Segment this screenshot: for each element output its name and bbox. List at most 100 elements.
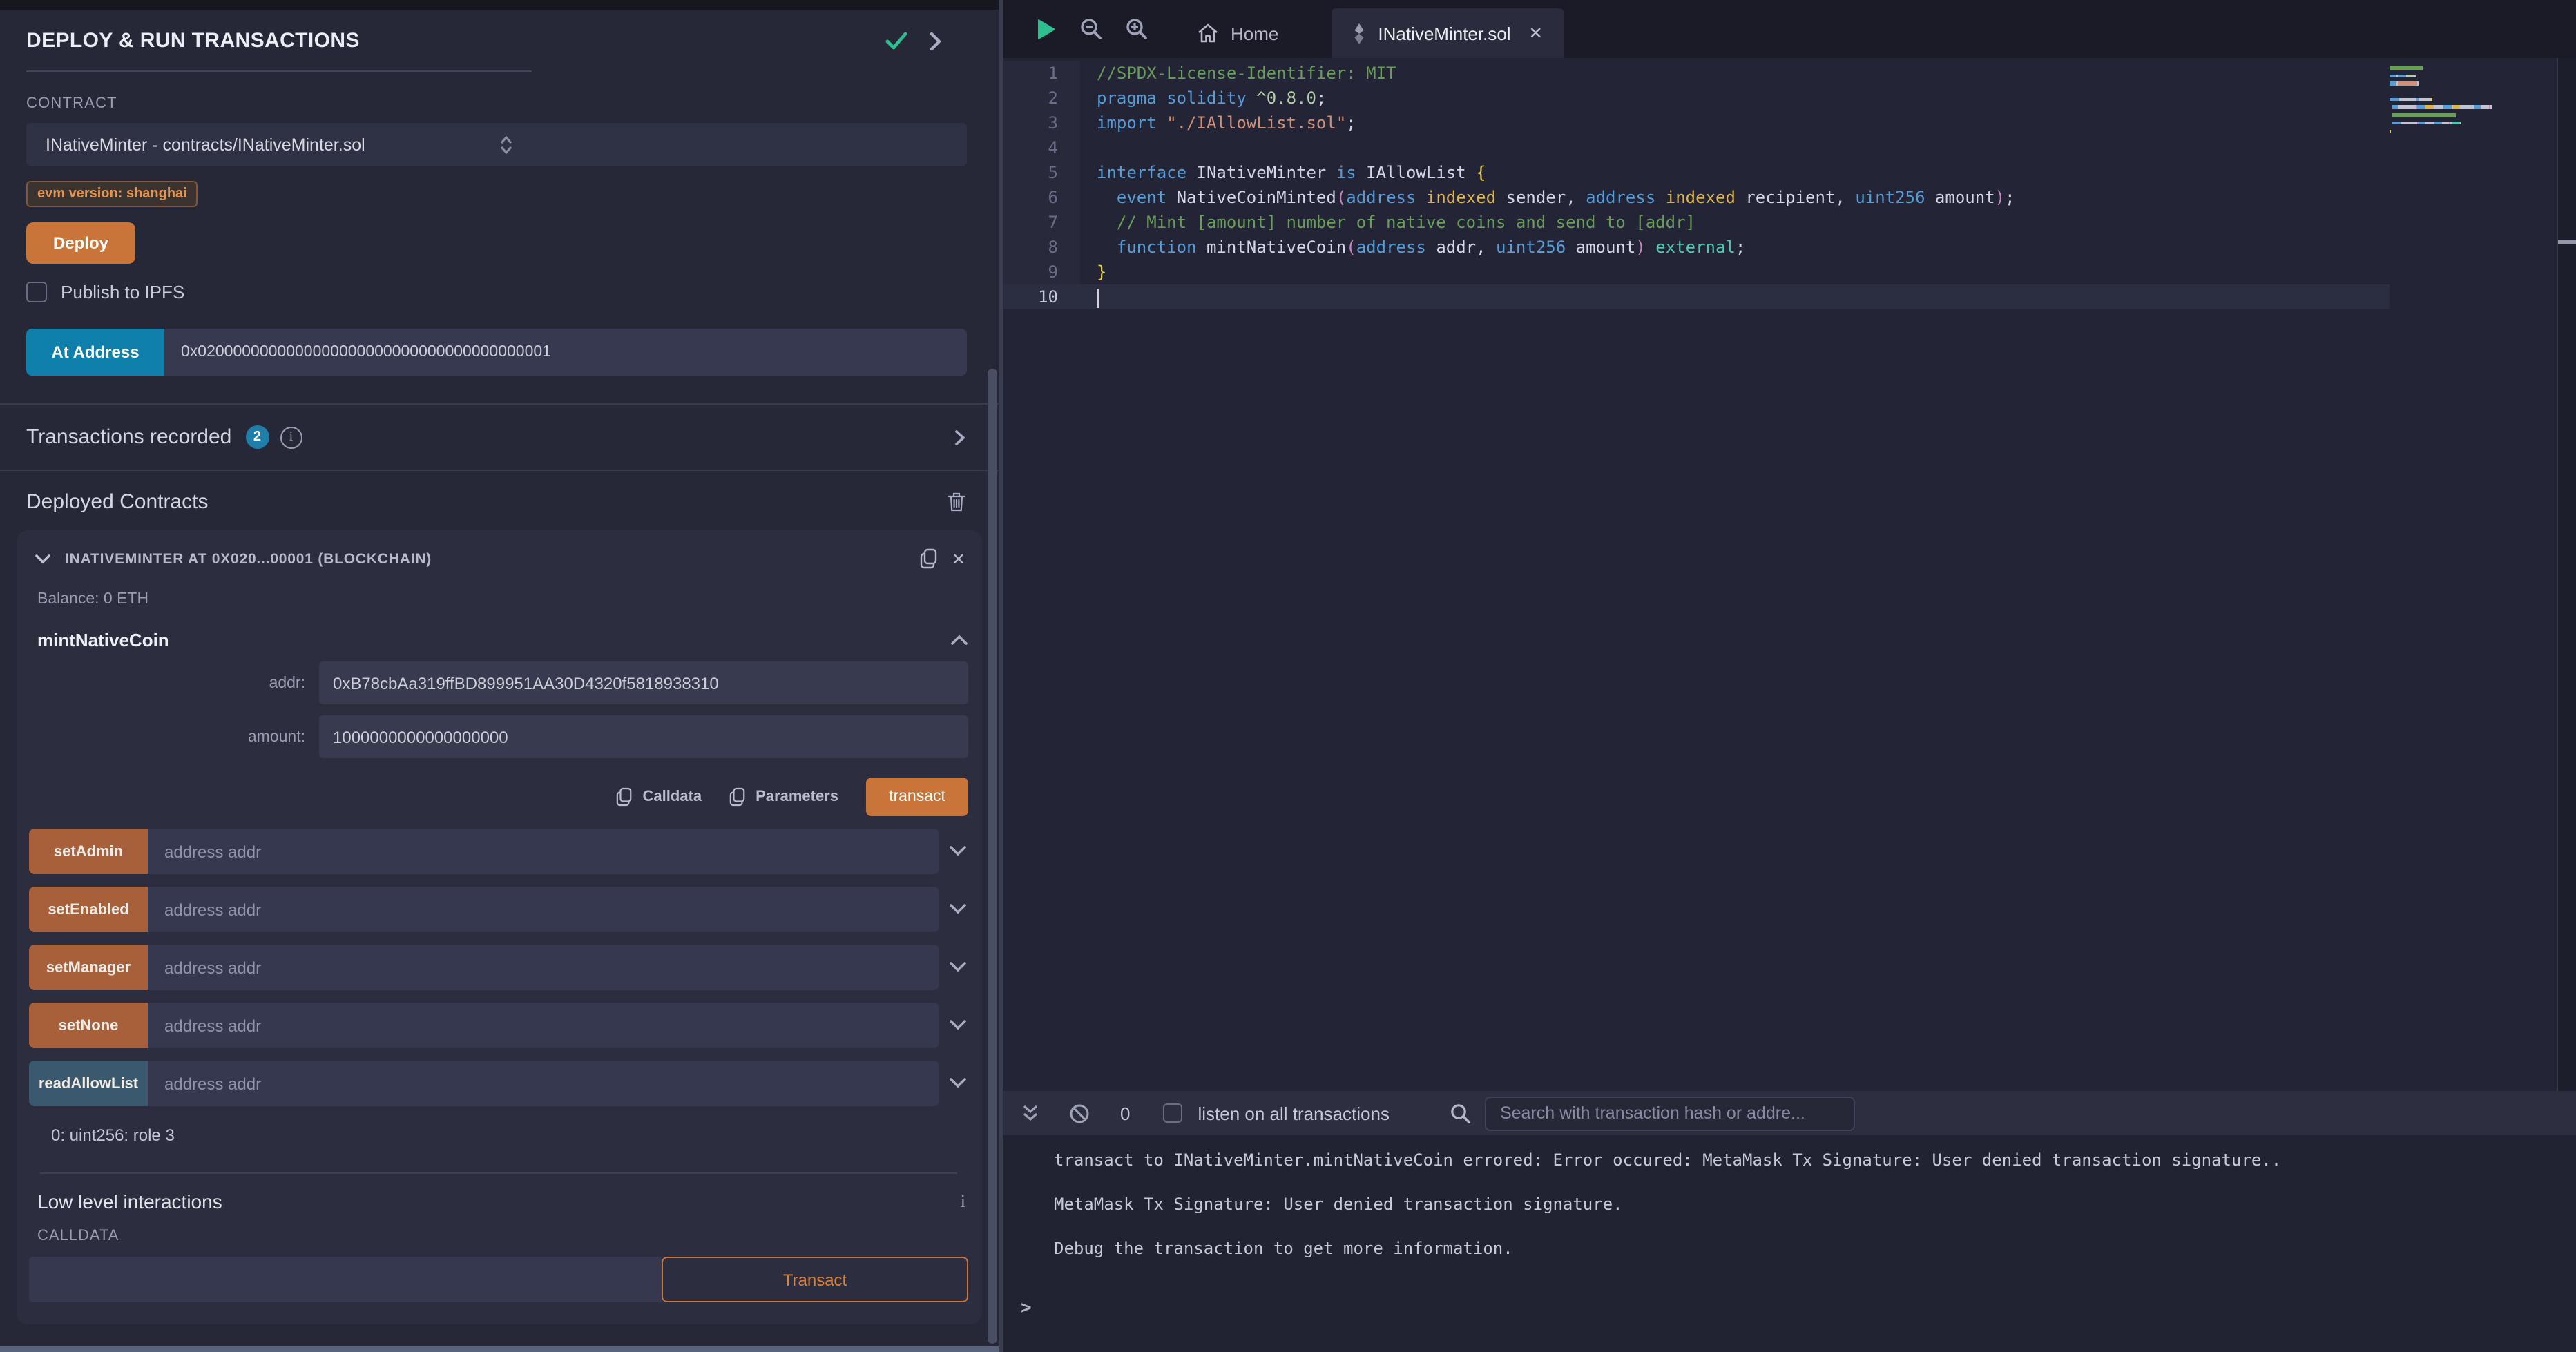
chevron-right-icon[interactable] xyxy=(954,429,965,445)
code-text: // Mint [amount] number of native coins … xyxy=(1080,210,2390,235)
listen-count: 0 xyxy=(1120,1103,1130,1123)
tab-bar: Home INativeMinter.sol ✕ xyxy=(1003,0,2576,58)
listen-all-checkbox[interactable] xyxy=(1163,1103,1182,1123)
zoom-out-icon[interactable] xyxy=(1080,18,1102,40)
code-line-10[interactable]: 10 xyxy=(1003,284,2390,309)
listen-all-label: listen on all transactions xyxy=(1198,1103,1390,1123)
at-address-button[interactable]: At Address xyxy=(26,329,164,376)
scroll-position-marker xyxy=(2558,240,2576,244)
code-line-4[interactable]: 4 xyxy=(1003,135,2390,160)
param-input-addr[interactable] xyxy=(319,661,968,704)
tab-inativeminter[interactable]: INativeMinter.sol ✕ xyxy=(1331,8,1563,58)
code-line-9[interactable]: 9} xyxy=(1003,260,2390,284)
setNone-args-input[interactable] xyxy=(148,1003,939,1048)
code-line-2[interactable]: 2pragma solidity ^0.8.0; xyxy=(1003,86,2390,110)
editor-overview-ruler[interactable] xyxy=(2557,58,2576,1091)
code-text: pragma solidity ^0.8.0; xyxy=(1080,86,2390,110)
low-level-title: Low level interactions xyxy=(37,1190,961,1213)
code-text: import "./IAllowList.sol"; xyxy=(1080,110,2390,135)
close-icon[interactable]: ✕ xyxy=(1529,23,1543,43)
chevron-down-icon[interactable] xyxy=(946,903,968,916)
editor-area: Home INativeMinter.sol ✕ 1//SPDX-License… xyxy=(1003,0,2576,1352)
terminal-log-line: transact to INativeMinter.mintNativeCoin… xyxy=(1054,1149,2562,1171)
transact-button[interactable]: transact xyxy=(866,778,968,816)
function-pill: setManager xyxy=(29,945,939,990)
chevron-down-icon[interactable] xyxy=(35,553,51,564)
page-title: DEPLOY & RUN TRANSACTIONS xyxy=(26,29,885,52)
code-line-3[interactable]: 3import "./IAllowList.sol"; xyxy=(1003,110,2390,135)
minimap-line xyxy=(2390,82,2557,86)
setAdmin-args-input[interactable] xyxy=(148,829,939,874)
readAllowList-args-input[interactable] xyxy=(148,1061,939,1106)
setEnabled-button[interactable]: setEnabled xyxy=(29,887,148,932)
tab-label: Home xyxy=(1231,23,1278,44)
line-number: 4 xyxy=(1003,135,1080,160)
run-play-icon[interactable] xyxy=(1036,17,1057,41)
code-line-6[interactable]: 6 event NativeCoinMinted(address indexed… xyxy=(1003,185,2390,210)
terminal-output[interactable]: transact to INativeMinter.mintNativeCoin… xyxy=(1003,1135,2576,1352)
line-number: 7 xyxy=(1003,210,1080,235)
line-number: 1 xyxy=(1003,61,1080,86)
panel-scrollbar[interactable] xyxy=(988,369,997,1344)
panel-resize-handle[interactable] xyxy=(0,1346,999,1352)
function-row-setAdmin: setAdmin xyxy=(29,829,968,874)
function-param-row: addr: xyxy=(29,661,968,704)
parameters-label: Parameters xyxy=(756,789,838,805)
at-address-input[interactable] xyxy=(164,329,967,376)
publish-ipfs-checkbox[interactable] xyxy=(26,282,47,302)
tab-home[interactable]: Home xyxy=(1178,8,1298,58)
setAdmin-button[interactable]: setAdmin xyxy=(29,829,148,874)
chevron-right-icon[interactable] xyxy=(930,31,942,50)
info-icon: i xyxy=(961,1190,965,1213)
line-number: 2 xyxy=(1003,86,1080,110)
deploy-button[interactable]: Deploy xyxy=(26,222,135,264)
code-editor[interactable]: 1//SPDX-License-Identifier: MIT2pragma s… xyxy=(1003,58,2576,1091)
low-level-transact-button[interactable]: Transact xyxy=(662,1257,968,1302)
code-text xyxy=(1080,284,2390,309)
chevron-down-icon[interactable] xyxy=(946,845,968,858)
instance-header[interactable]: INATIVEMINTER AT 0X020...00001 (BLOCKCHA… xyxy=(29,543,968,572)
home-icon xyxy=(1198,23,1218,43)
code-text: interface INativeMinter is IAllowList { xyxy=(1080,160,2390,185)
editor-minimap[interactable] xyxy=(2390,58,2557,1091)
trash-icon[interactable] xyxy=(948,492,965,512)
select-updown-icon xyxy=(499,135,953,154)
calldata-input[interactable] xyxy=(29,1257,662,1302)
setEnabled-args-input[interactable] xyxy=(148,887,939,932)
chevron-down-icon[interactable] xyxy=(946,961,968,974)
terminal: 0 listen on all transactions transact to… xyxy=(1003,1091,2576,1352)
line-number: 9 xyxy=(1003,260,1080,284)
close-icon[interactable]: ✕ xyxy=(952,549,965,568)
code-line-8[interactable]: 8 function mintNativeCoin(address addr, … xyxy=(1003,235,2390,260)
chevron-up-icon[interactable] xyxy=(950,634,968,646)
setManager-button[interactable]: setManager xyxy=(29,945,148,990)
code-line-5[interactable]: 5interface INativeMinter is IAllowList { xyxy=(1003,160,2390,185)
setNone-button[interactable]: setNone xyxy=(29,1003,148,1048)
expanded-function-name: mintNativeCoin xyxy=(37,630,950,650)
zoom-in-icon[interactable] xyxy=(1126,18,1148,40)
calldata-copy-button[interactable]: Calldata xyxy=(617,787,702,807)
chevron-down-icon[interactable] xyxy=(946,1019,968,1032)
minimap-line xyxy=(2390,122,2557,125)
code-text xyxy=(1080,135,2390,160)
terminal-prompt: > xyxy=(1021,1298,2562,1319)
check-icon[interactable] xyxy=(885,32,907,50)
terminal-search-input[interactable] xyxy=(1485,1096,1855,1130)
code-line-1[interactable]: 1//SPDX-License-Identifier: MIT xyxy=(1003,61,2390,86)
function-row-setEnabled: setEnabled xyxy=(29,887,968,932)
code-text: event NativeCoinMinted(address indexed s… xyxy=(1080,185,2390,210)
block-icon[interactable] xyxy=(1069,1103,1090,1123)
readAllowList-button[interactable]: readAllowList xyxy=(29,1061,148,1106)
contract-select[interactable]: INativeMinter - contracts/INativeMinter.… xyxy=(26,123,967,166)
setManager-args-input[interactable] xyxy=(148,945,939,990)
copy-icon[interactable] xyxy=(920,548,938,569)
minimap-line xyxy=(2390,66,2557,70)
parameters-copy-button[interactable]: Parameters xyxy=(729,787,838,807)
transactions-recorded-label: Transactions recorded xyxy=(26,425,231,449)
code-text: //SPDX-License-Identifier: MIT xyxy=(1080,61,2390,86)
chevron-down-icon[interactable] xyxy=(946,1077,968,1090)
function-param-row: amount: xyxy=(29,715,968,758)
code-line-7[interactable]: 7 // Mint [amount] number of native coin… xyxy=(1003,210,2390,235)
param-input-amount[interactable] xyxy=(319,715,968,758)
collapse-double-chevron-icon[interactable] xyxy=(1022,1104,1039,1122)
